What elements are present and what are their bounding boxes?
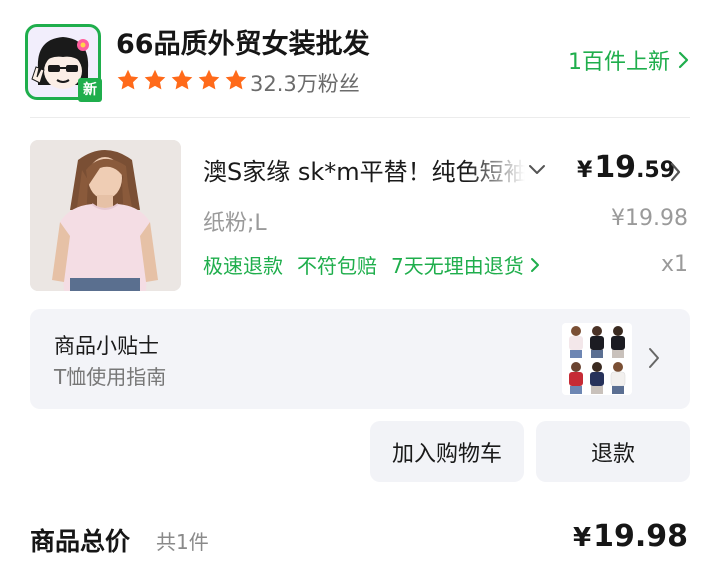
original-price: ¥19.98 (611, 206, 688, 231)
product-title[interactable]: 澳S家缘 sk*m平替！纯色短袖 (203, 152, 525, 188)
star-icon (144, 69, 166, 90)
total-count: 共1件 (156, 530, 209, 554)
chevron-right-icon (678, 51, 689, 69)
tips-title: 商品小贴士 (54, 334, 159, 358)
service-tags: 极速退款 不符包赔 7天无理由退货 (203, 250, 540, 279)
total-price: ¥19.98 (573, 519, 688, 554)
store-fans-count: 32.3万粉丝 (250, 72, 360, 96)
total-label: 商品总价 (30, 527, 131, 556)
price-currency: ¥ (577, 158, 593, 183)
star-icon (117, 69, 139, 90)
total-currency: ¥ (573, 523, 592, 553)
service-tag-link[interactable]: 7天无理由退货 (391, 250, 540, 279)
chevron-down-icon[interactable] (528, 164, 546, 176)
new-arrivals-label: 1百件上新 (568, 50, 670, 75)
star-icon (171, 69, 193, 90)
product-photo (30, 140, 181, 291)
product-price: ¥ 19 .59 (577, 150, 675, 185)
service-tag: 极速退款 (203, 254, 283, 278)
divider (30, 117, 690, 118)
product-thumbnail[interactable] (30, 140, 181, 291)
store-header: 新 66品质外贸女装批发 32.3万粉丝 1百件上新 (0, 0, 720, 118)
star-icon (198, 69, 220, 90)
tshirt-models-image (562, 323, 632, 395)
star-icon (225, 69, 247, 90)
product-quantity: x1 (660, 252, 688, 277)
product-tips-card[interactable]: 商品小贴士 T恤使用指南 (30, 309, 690, 409)
store-rating (116, 68, 248, 92)
tips-thumbnail (562, 323, 632, 395)
add-to-cart-button[interactable]: 加入购物车 (370, 421, 524, 482)
service-tag: 不符包赔 (297, 254, 377, 278)
price-integer: 19 (594, 150, 637, 185)
store-name[interactable]: 66品质外贸女装批发 (116, 22, 370, 61)
new-arrivals-link[interactable]: 1百件上新 (568, 44, 690, 76)
service-tag: 7天无理由退货 (391, 254, 524, 278)
product-sku: 纸粉;L (203, 211, 267, 236)
new-badge: 新 (78, 78, 102, 102)
chevron-right-icon (649, 348, 659, 368)
total-value: 19.98 (593, 519, 688, 554)
tips-subtitle: T恤使用指南 (54, 365, 167, 389)
refund-button[interactable]: 退款 (536, 421, 690, 482)
chevron-right-icon[interactable] (670, 162, 682, 182)
chevron-right-icon (530, 257, 539, 272)
